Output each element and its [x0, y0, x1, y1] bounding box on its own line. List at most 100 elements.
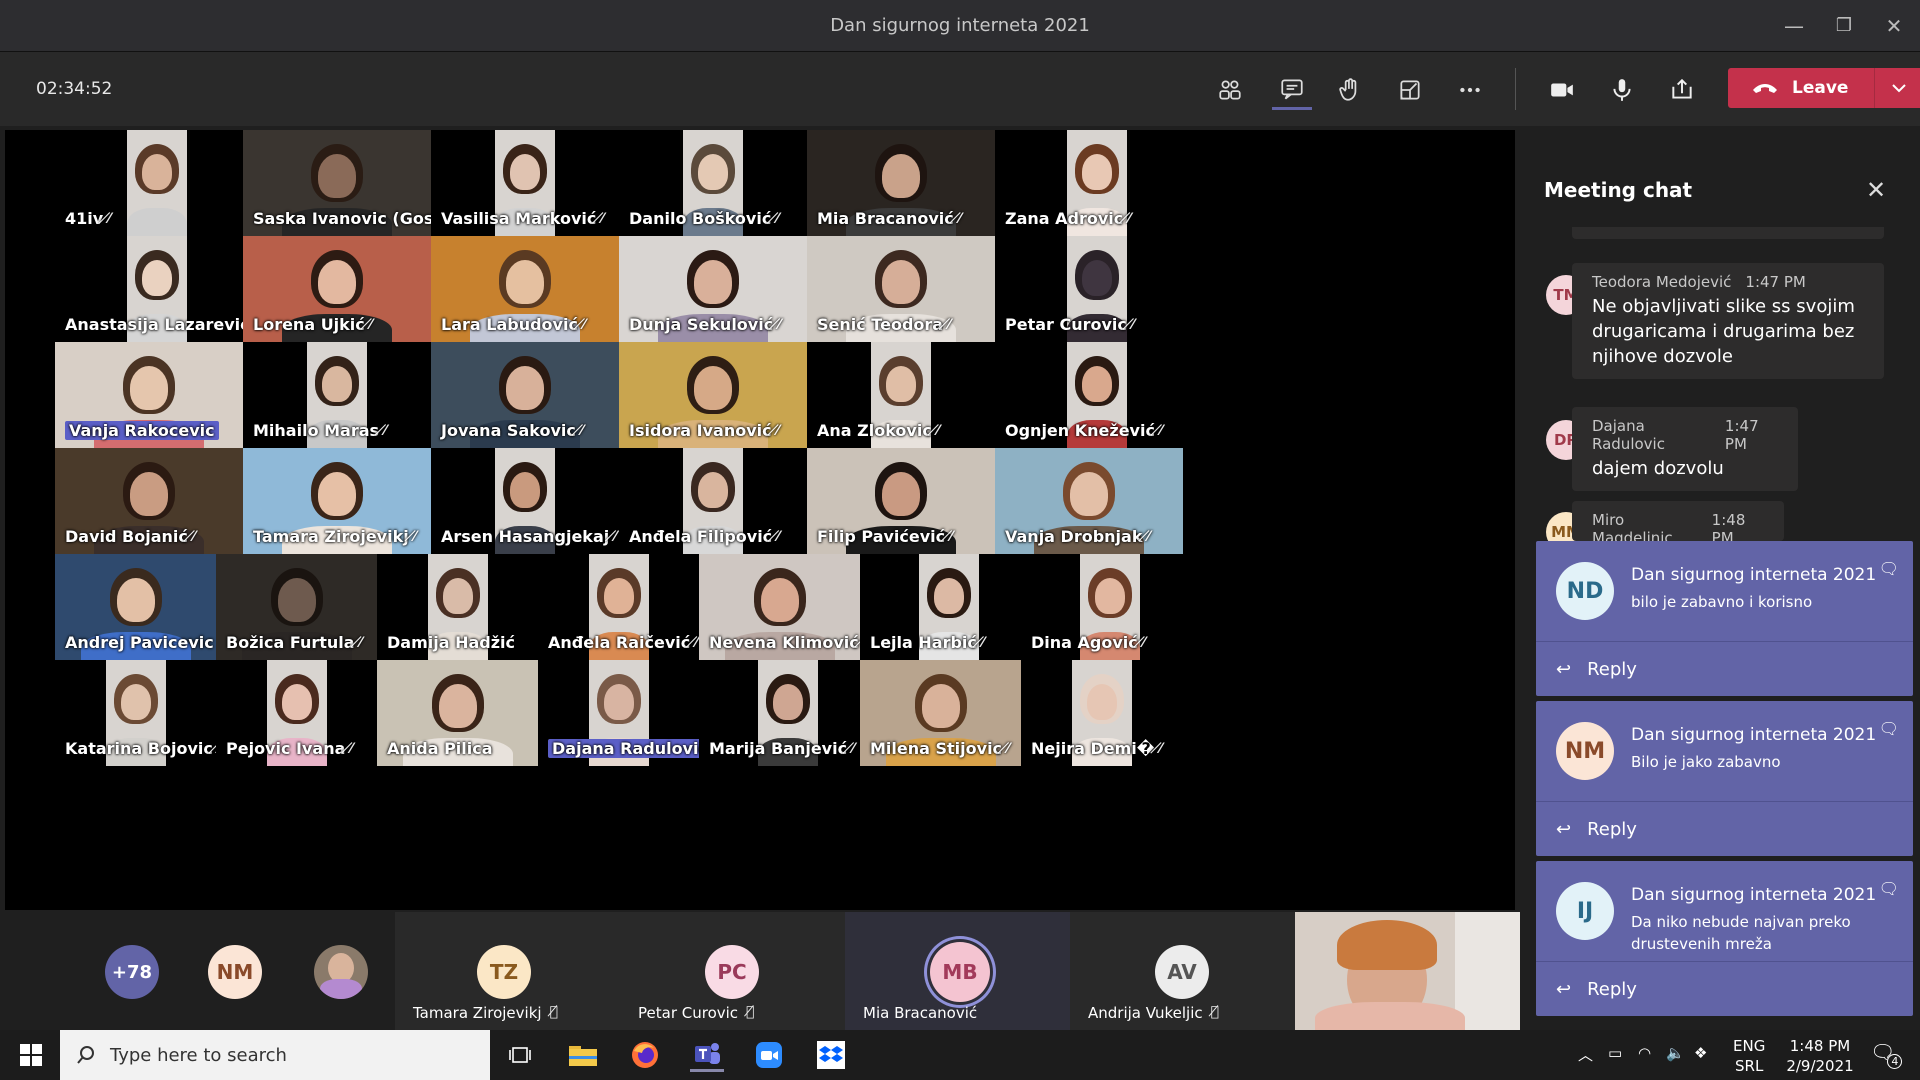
participant-name: Anđela Raičević [548, 633, 691, 652]
firefox-icon[interactable] [628, 1038, 662, 1072]
rooms-icon[interactable] [1390, 70, 1430, 110]
leave-main[interactable]: Leave [1728, 68, 1874, 108]
battery-icon[interactable]: ▭ [1608, 1044, 1622, 1062]
close-window-button[interactable]: ✕ [1874, 10, 1914, 42]
clock[interactable]: 1:48 PM 2/9/2021 [1780, 1036, 1860, 1076]
participant-name: Marija Banjević [709, 739, 848, 758]
video-tile[interactable]: Dina Agović ⁄̸ [1021, 554, 1182, 660]
video-tile[interactable]: Nevena Klimović⁄̸ [699, 554, 860, 660]
microphone-icon[interactable] [1602, 70, 1642, 110]
share-screen-icon[interactable] [1662, 70, 1702, 110]
person-face [318, 472, 356, 516]
wifi-icon[interactable]: ◠ [1638, 1044, 1651, 1062]
chat-message[interactable]: Teodora Medojević 1:47 PM Ne objavljivati… [1572, 263, 1884, 379]
video-tile[interactable]: David Bojanić ⁄̸ [55, 448, 243, 554]
self-video-preview[interactable] [1295, 912, 1520, 1030]
reply-button[interactable]: ↩ Reply [1536, 801, 1913, 856]
video-tile[interactable]: Tamara Zirojevikj ⁄̸ [243, 448, 431, 554]
volume-icon[interactable]: 🔈 [1666, 1044, 1685, 1062]
participants-icon[interactable] [1210, 70, 1250, 110]
participant-name: Andrej Pavicevic O... [65, 633, 216, 652]
video-tile[interactable]: Lorena Ujkić ⁄̸ [243, 236, 431, 342]
mic-off-icon: ⁄̸ [950, 528, 953, 545]
video-tile[interactable]: Jovana Sakovic ⁄̸ [431, 342, 619, 448]
video-tile[interactable]: Damija Hadžić [377, 554, 538, 660]
reply-button[interactable]: ↩ Reply [1536, 641, 1913, 696]
windows-start-icon[interactable] [14, 1038, 48, 1072]
video-tile[interactable]: Vanja Drobnjak ⁄̸ [995, 448, 1183, 554]
participant-name-label: Vasilisa Marković ⁄̸ [441, 209, 604, 228]
video-tile[interactable]: Božica Furtula ⁄̸ [216, 554, 377, 660]
video-tile[interactable]: Anđela Filipović ⁄̸ [619, 448, 807, 554]
dropbox-icon[interactable] [814, 1038, 848, 1072]
person-face [506, 366, 544, 410]
video-tile[interactable]: Ognjen Knežević ⁄̸ [995, 342, 1183, 448]
chat-notification[interactable]: IJ Dan sigurnog interneta 2021 Da niko n… [1536, 861, 1913, 1016]
participant-tile-av[interactable]: AV Andrija Vukeljic 🎙̸ [1070, 912, 1295, 1030]
video-tile[interactable]: Lara Labudović ⁄̸ [431, 236, 619, 342]
video-tile[interactable]: Anida Pilica [377, 660, 538, 766]
participant-tile-pc[interactable]: PC Petar Curovic 🎙̸ [620, 912, 845, 1030]
action-center-icon[interactable]: 🗨4 [1870, 1040, 1910, 1069]
video-tile[interactable]: Arsen Hasangjekaj ⁄̸ [431, 448, 619, 554]
chat-bubble-icon: 🗨 [1878, 879, 1899, 898]
video-tile[interactable]: Anđela Raičević ⁄̸ [538, 554, 699, 660]
more-actions-icon[interactable] [1450, 70, 1490, 110]
video-tile[interactable]: Katarina Bojovic⁄̸ [55, 660, 216, 766]
chat-title: Meeting chat [1544, 178, 1693, 202]
video-tile[interactable]: Vanja Rakocevic [55, 342, 243, 448]
participant-avatar-nm[interactable]: NM [208, 945, 262, 999]
person-face [773, 684, 803, 720]
video-tile[interactable]: Pejovic Ivana ⁄̸ [216, 660, 377, 766]
tray-chevron-icon[interactable]: ︿ [1578, 1044, 1593, 1065]
participant-photo-avatar[interactable] [314, 945, 368, 999]
zoom-icon[interactable] [752, 1038, 786, 1072]
chat-notification[interactable]: NM Dan sigurnog interneta 2021 Bilo je j… [1536, 701, 1913, 856]
overflow-participants-button[interactable]: +78 [105, 945, 159, 999]
leave-button[interactable]: Leave [1728, 68, 1920, 108]
chat-notification[interactable]: ND Dan sigurnog interneta 2021 bilo je z… [1536, 541, 1913, 696]
reply-button[interactable]: ↩ Reply [1536, 961, 1913, 1016]
teams-icon[interactable] [690, 1038, 724, 1072]
chat-message[interactable]: Miro Magdelinic 1:48 PM [1572, 501, 1784, 547]
person-face [277, 578, 316, 622]
person-face [318, 260, 356, 304]
camera-icon[interactable] [1542, 70, 1582, 110]
video-tile[interactable]: Dunja Sekulović ⁄̸ [619, 236, 807, 342]
video-tile[interactable]: 41iv ⁄̸ [55, 130, 243, 236]
video-tile[interactable]: Vasilisa Marković ⁄̸ [431, 130, 619, 236]
video-tile[interactable]: Anastasija Lazarević⁄̸ [55, 236, 243, 342]
video-tile[interactable]: Nejira Demi� ⁄̸ [1021, 660, 1182, 766]
video-tile[interactable]: Mia Bracanović ⁄̸ [807, 130, 995, 236]
video-tile[interactable]: Petar Curovic ⁄̸ [995, 236, 1183, 342]
dropbox-tray-icon[interactable]: ❖ [1694, 1044, 1707, 1062]
video-tile[interactable]: Andrej Pavicevic O...⁄̸ [55, 554, 216, 660]
language-indicator[interactable]: ENG SRL [1733, 1036, 1765, 1076]
minimize-button[interactable]: — [1774, 10, 1814, 42]
leave-dropdown-chevron-icon[interactable] [1874, 68, 1920, 108]
video-tile[interactable]: Senić Teodora ⁄̸ [807, 236, 995, 342]
video-tile[interactable]: Danilo Bošković ⁄̸ [619, 130, 807, 236]
video-tile[interactable]: Milena Stijovic ⁄̸ [860, 660, 1021, 766]
video-tile[interactable]: Saska Ivanovic (Gost)⁄̸ [243, 130, 431, 236]
participant-name-label: Lara Labudović ⁄̸ [441, 315, 585, 334]
video-tile[interactable]: Marija Banjević ⁄̸ [699, 660, 860, 766]
restore-button[interactable]: ❐ [1824, 10, 1864, 42]
participant-tile-tz[interactable]: TZ Tamara Zirojevikj 🎙̸ [395, 912, 620, 1030]
chat-message[interactable]: Dajana Radulovic 1:47 PM dajem dozvolu [1572, 407, 1798, 491]
chat-icon[interactable] [1272, 70, 1312, 110]
video-tile[interactable]: Dajana Radulovic [538, 660, 699, 766]
raise-hand-icon[interactable] [1330, 70, 1370, 110]
video-tile[interactable]: Lejla Harbić ⁄̸ [860, 554, 1021, 660]
video-tile[interactable]: Zana Adrovic ⁄̸ [995, 130, 1183, 236]
file-explorer-icon[interactable] [566, 1038, 600, 1072]
video-tile[interactable]: Isidora Ivanović ⁄̸ [619, 342, 807, 448]
task-view-icon[interactable] [503, 1038, 537, 1072]
video-tile[interactable]: Mihailo Maras ⁄̸ [243, 342, 431, 448]
close-chat-icon[interactable]: ✕ [1866, 176, 1886, 204]
video-tile[interactable]: Filip Pavićević ⁄̸ [807, 448, 995, 554]
video-tile[interactable]: Ana Zlokovic ⁄̸ [807, 342, 995, 448]
participant-tile-mb[interactable]: MB Mia Bracanović [845, 912, 1070, 1030]
taskbar-search-box[interactable]: Type here to search [60, 1030, 490, 1080]
person-face [694, 366, 732, 410]
